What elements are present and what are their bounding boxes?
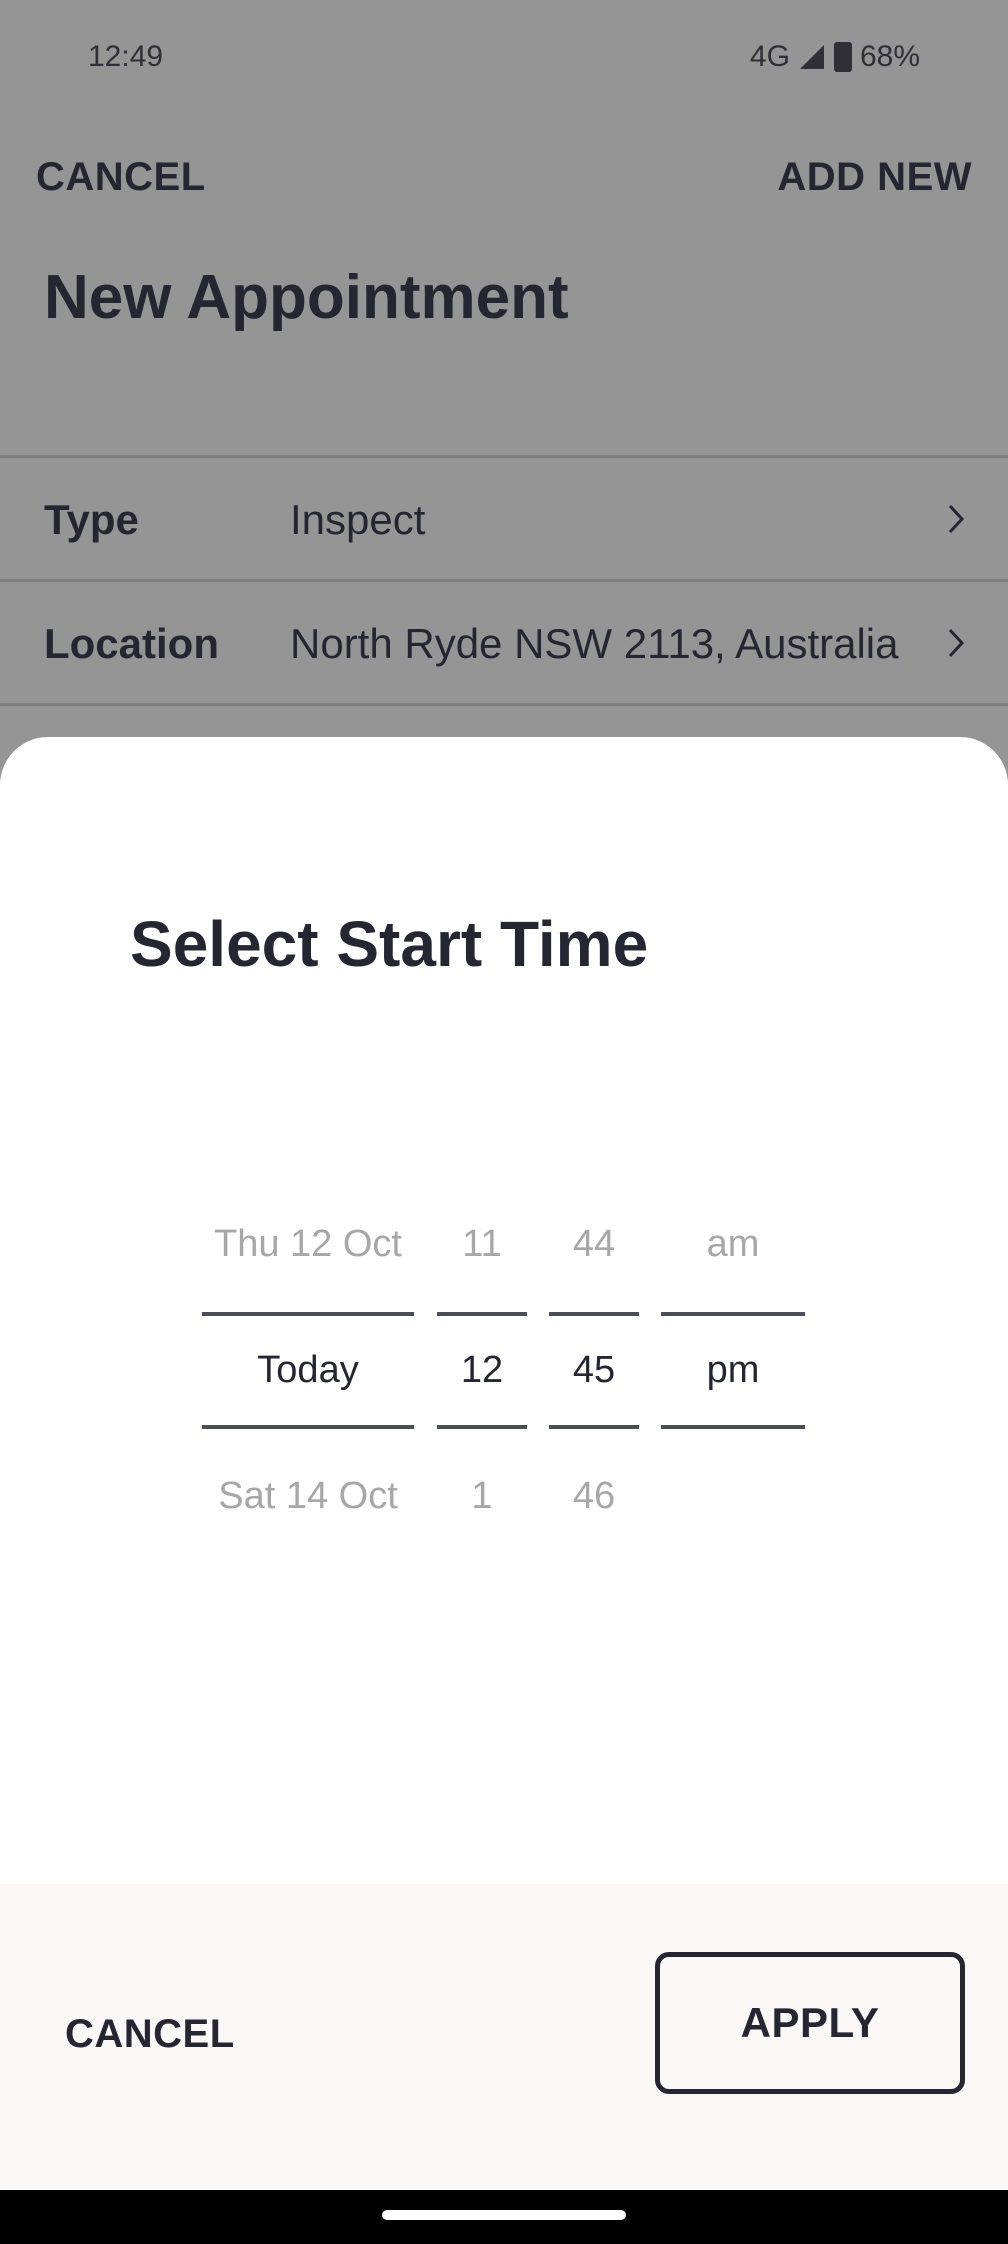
- home-indicator[interactable]: [382, 2210, 626, 2220]
- row-value: Inspect: [290, 496, 426, 543]
- row-value: North Ryde NSW 2113, Australia: [290, 620, 899, 667]
- form-row-type[interactable]: Type Inspect: [0, 455, 1008, 579]
- minute-next[interactable]: 46: [549, 1429, 639, 1564]
- status-bar: 12:49 4G 68%: [0, 0, 1008, 115]
- status-indicators: 4G 68%: [750, 40, 920, 74]
- minute-wheel[interactable]: 44 45 46: [549, 1177, 639, 1564]
- ampm-wheel[interactable]: am pm: [661, 1177, 805, 1564]
- add-new-button[interactable]: ADD NEW: [777, 155, 972, 200]
- minute-prev[interactable]: 44: [549, 1177, 639, 1312]
- page-title: New Appointment: [44, 263, 569, 332]
- navigation-bar: [0, 2190, 1008, 2244]
- start-time-sheet: Select Start Time Thu 12 Oct Today Sat 1…: [0, 737, 1008, 2190]
- ampm-next[interactable]: [661, 1429, 805, 1564]
- form-row-location[interactable]: Location North Ryde NSW 2113, Australia: [0, 579, 1008, 703]
- battery-icon: [833, 42, 852, 72]
- row-label: Location: [44, 620, 219, 667]
- signal-icon: [799, 45, 824, 69]
- date-wheel[interactable]: Thu 12 Oct Today Sat 14 Oct: [202, 1177, 414, 1564]
- sheet-title: Select Start Time: [130, 908, 649, 980]
- hour-wheel[interactable]: 11 12 1: [437, 1177, 527, 1564]
- top-cancel-button[interactable]: CANCEL: [36, 155, 206, 200]
- row-label: Type: [44, 496, 139, 543]
- ampm-selected[interactable]: pm: [661, 1312, 805, 1429]
- chevron-right-icon: [948, 628, 965, 658]
- sheet-footer: CANCEL APPLY: [0, 1884, 1008, 2190]
- hour-selected[interactable]: 12: [437, 1312, 527, 1429]
- battery-percent: 68%: [859, 40, 920, 73]
- cancel-button[interactable]: CANCEL: [65, 2012, 235, 2057]
- minute-selected[interactable]: 45: [549, 1312, 639, 1429]
- status-time: 12:49: [88, 40, 164, 73]
- date-prev[interactable]: Thu 12 Oct: [202, 1177, 414, 1312]
- date-selected[interactable]: Today: [202, 1312, 414, 1429]
- network-type: 4G: [749, 40, 790, 73]
- chevron-right-icon: [948, 504, 965, 534]
- ampm-prev[interactable]: am: [661, 1177, 805, 1312]
- hour-prev[interactable]: 11: [437, 1177, 527, 1312]
- apply-button[interactable]: APPLY: [655, 1952, 965, 2094]
- hour-next[interactable]: 1: [437, 1429, 527, 1564]
- date-next[interactable]: Sat 14 Oct: [202, 1429, 414, 1564]
